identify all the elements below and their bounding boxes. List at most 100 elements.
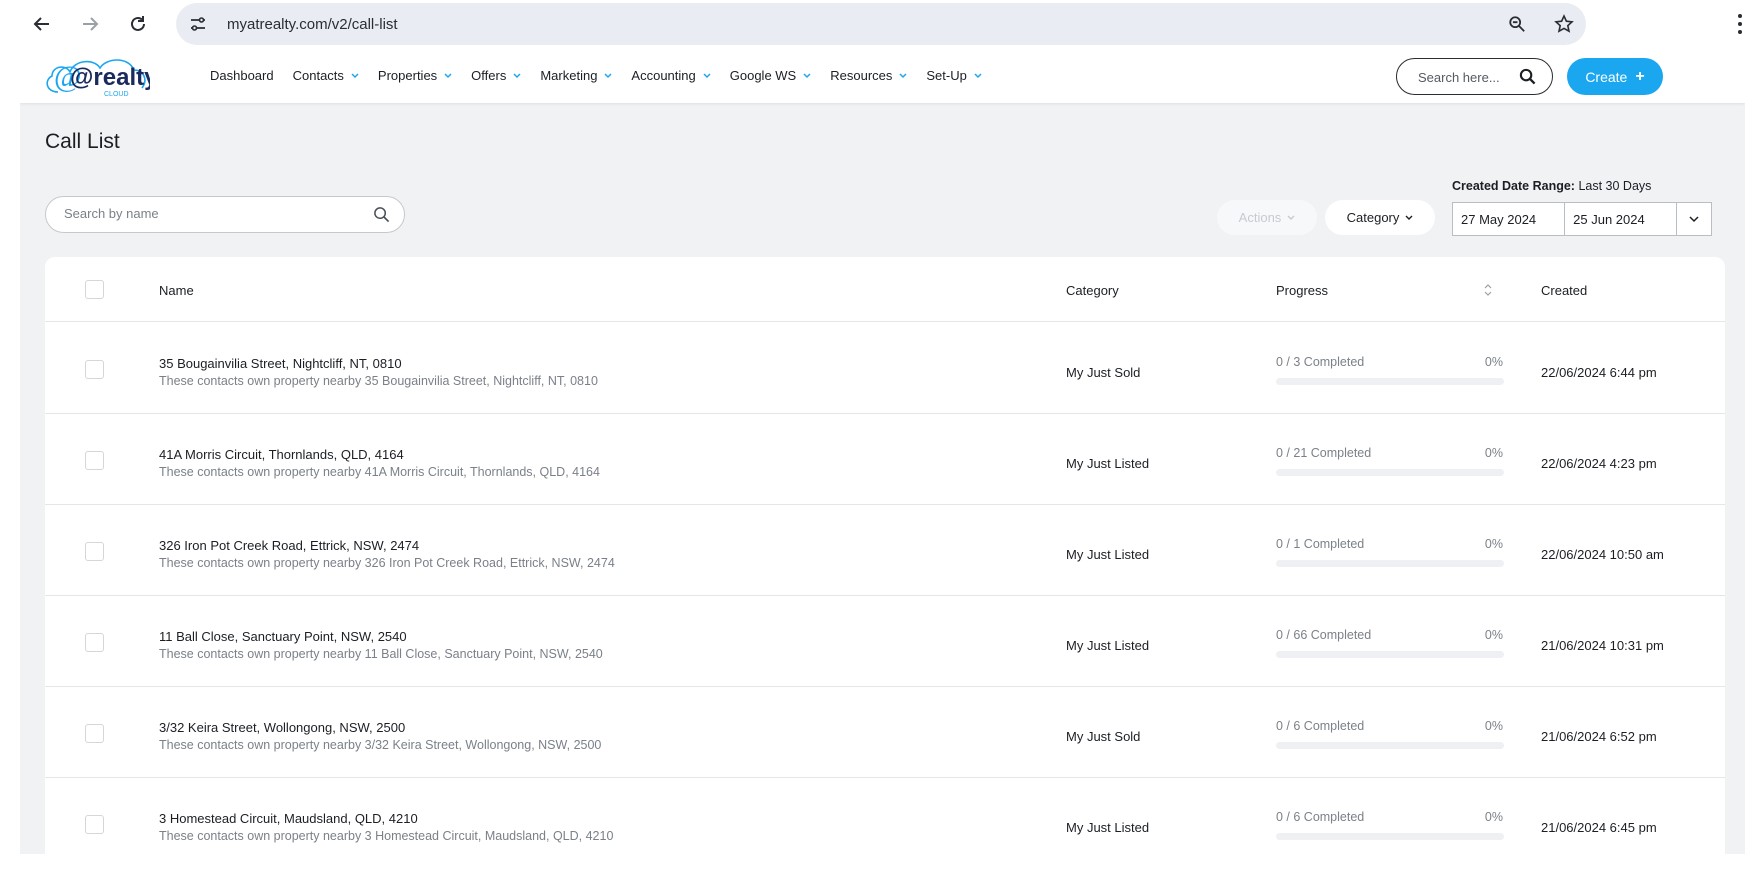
column-header-category[interactable]: Category: [1066, 283, 1119, 298]
row-name[interactable]: 11 Ball Close, Sanctuary Point, NSW, 254…: [159, 629, 407, 644]
chevron-down-icon: [444, 72, 452, 78]
actions-button[interactable]: Actions: [1217, 200, 1317, 235]
menu-marketing[interactable]: Marketing: [540, 68, 612, 83]
search-icon[interactable]: [373, 206, 390, 223]
row-category: My Just Listed: [1066, 547, 1150, 562]
back-icon[interactable]: [28, 10, 56, 38]
chevron-down-icon: [513, 72, 521, 78]
chevron-down-icon: [351, 72, 359, 78]
table-header: Name Category Progress Created: [45, 257, 1725, 322]
chevron-down-icon: [803, 72, 811, 78]
row-description: These contacts own property nearby 3/32 …: [159, 738, 602, 752]
name-search-field[interactable]: [45, 196, 405, 233]
table-row[interactable]: 3 Homestead Circuit, Maudsland, QLD, 421…: [45, 778, 1725, 854]
chevron-down-icon: [899, 72, 907, 78]
category-filter-button[interactable]: Category: [1325, 200, 1435, 235]
chevron-down-icon: [974, 72, 982, 78]
row-checkbox[interactable]: [85, 451, 104, 470]
row-name[interactable]: 35 Bougainvilia Street, Nightcliff, NT, …: [159, 356, 402, 371]
row-name[interactable]: 326 Iron Pot Creek Road, Ettrick, NSW, 2…: [159, 538, 419, 553]
zoom-icon[interactable]: [1508, 15, 1526, 33]
row-category: My Just Listed: [1066, 638, 1150, 653]
menu-offers[interactable]: Offers: [471, 68, 521, 83]
row-progress-bar: [1276, 651, 1504, 658]
global-search-placeholder: Search here...: [1418, 70, 1500, 85]
table-row[interactable]: 35 Bougainvilia Street, Nightcliff, NT, …: [45, 323, 1725, 414]
date-to-field[interactable]: 25 Jun 2024: [1565, 203, 1678, 235]
column-header-created[interactable]: Created: [1541, 283, 1587, 298]
url-text[interactable]: myatrealty.com/v2/call-list: [227, 16, 398, 33]
create-button-label: Create: [1585, 68, 1628, 85]
site-settings-icon[interactable]: [188, 14, 208, 34]
actions-label: Actions: [1238, 210, 1282, 225]
table-row[interactable]: 11 Ball Close, Sanctuary Point, NSW, 254…: [45, 596, 1725, 687]
row-progress-percent: 0%: [1484, 628, 1503, 642]
row-category: My Just Sold: [1066, 729, 1141, 744]
column-header-progress[interactable]: Progress: [1276, 283, 1328, 298]
row-progress-text: 0 / 21 Completed: [1276, 446, 1372, 460]
table-row[interactable]: 326 Iron Pot Creek Road, Ettrick, NSW, 2…: [45, 505, 1725, 596]
row-progress-text: 0 / 6 Completed: [1276, 719, 1365, 733]
browser-menu-icon[interactable]: [1735, 12, 1745, 36]
row-description: These contacts own property nearby 35 Bo…: [159, 374, 598, 388]
main-menu: Dashboard Contacts Properties Offers Mar…: [210, 48, 1001, 103]
row-category: My Just Listed: [1066, 820, 1150, 835]
table-row[interactable]: 3/32 Keira Street, Wollongong, NSW, 2500…: [45, 687, 1725, 778]
forward-icon[interactable]: [76, 10, 104, 38]
row-created: 21/06/2024 10:31 pm: [1541, 638, 1664, 653]
row-checkbox[interactable]: [85, 360, 104, 379]
row-created: 21/06/2024 6:52 pm: [1541, 729, 1657, 744]
row-description: These contacts own property nearby 11 Ba…: [159, 647, 603, 661]
category-filter-label: Category: [1346, 210, 1400, 225]
row-created: 22/06/2024 6:44 pm: [1541, 365, 1657, 380]
table-row[interactable]: 41A Morris Circuit, Thornlands, QLD, 416…: [45, 414, 1725, 505]
reload-icon[interactable]: [124, 10, 152, 38]
menu-google-ws[interactable]: Google WS: [730, 68, 811, 83]
chevron-down-icon: [604, 72, 612, 78]
call-list-table: Name Category Progress Created 35 Bougai…: [45, 257, 1725, 854]
realty-logo[interactable]: @ @realty CLOUD: [36, 52, 158, 100]
date-from-field[interactable]: 27 May 2024: [1453, 203, 1566, 235]
menu-resources[interactable]: Resources: [830, 68, 907, 83]
select-all-checkbox[interactable]: [85, 280, 104, 299]
row-progress-text: 0 / 3 Completed: [1276, 355, 1365, 369]
row-name[interactable]: 3/32 Keira Street, Wollongong, NSW, 2500: [159, 720, 405, 735]
global-search-input[interactable]: Search here...: [1396, 58, 1553, 95]
top-navigation: @ @realty CLOUD Dashboard Contacts Prope…: [20, 48, 1745, 103]
row-name[interactable]: 41A Morris Circuit, Thornlands, QLD, 416…: [159, 447, 404, 462]
sort-icon[interactable]: [1483, 283, 1493, 297]
menu-set-up[interactable]: Set-Up: [926, 68, 982, 83]
row-progress-percent: 0%: [1484, 719, 1503, 733]
search-icon[interactable]: [1519, 68, 1536, 85]
chevron-down-icon: [1405, 215, 1413, 220]
row-name[interactable]: 3 Homestead Circuit, Maudsland, QLD, 421…: [159, 811, 418, 826]
row-created: 21/06/2024 6:45 pm: [1541, 820, 1657, 835]
row-progress-text: 0 / 6 Completed: [1276, 810, 1365, 824]
menu-contacts[interactable]: Contacts: [293, 68, 359, 83]
row-progress-bar: [1276, 469, 1504, 476]
row-created: 22/06/2024 4:23 pm: [1541, 456, 1657, 471]
address-bar[interactable]: myatrealty.com/v2/call-list: [176, 3, 1586, 45]
bookmark-star-icon[interactable]: [1554, 14, 1574, 34]
row-progress-percent: 0%: [1484, 537, 1503, 551]
date-range-label: Created Date Range:: [1452, 179, 1575, 193]
row-description: These contacts own property nearby 3 Hom…: [159, 829, 614, 843]
date-range-dropdown[interactable]: [1677, 203, 1711, 235]
menu-dashboard[interactable]: Dashboard: [210, 68, 274, 83]
row-checkbox[interactable]: [85, 542, 104, 561]
row-progress-text: 0 / 1 Completed: [1276, 537, 1365, 551]
menu-properties[interactable]: Properties: [378, 68, 452, 83]
column-header-name[interactable]: Name: [159, 283, 194, 298]
row-description: These contacts own property nearby 41A M…: [159, 465, 600, 479]
date-range-value: Last 30 Days: [1578, 179, 1652, 193]
create-button[interactable]: Create +: [1567, 58, 1663, 95]
row-checkbox[interactable]: [85, 633, 104, 652]
app-viewport: @ @realty CLOUD Dashboard Contacts Prope…: [20, 48, 1745, 854]
name-search-input[interactable]: [64, 206, 354, 221]
row-progress-text: 0 / 66 Completed: [1276, 628, 1372, 642]
row-progress-bar: [1276, 833, 1504, 840]
row-created: 22/06/2024 10:50 am: [1541, 547, 1664, 562]
row-checkbox[interactable]: [85, 815, 104, 834]
row-checkbox[interactable]: [85, 724, 104, 743]
menu-accounting[interactable]: Accounting: [631, 68, 711, 83]
